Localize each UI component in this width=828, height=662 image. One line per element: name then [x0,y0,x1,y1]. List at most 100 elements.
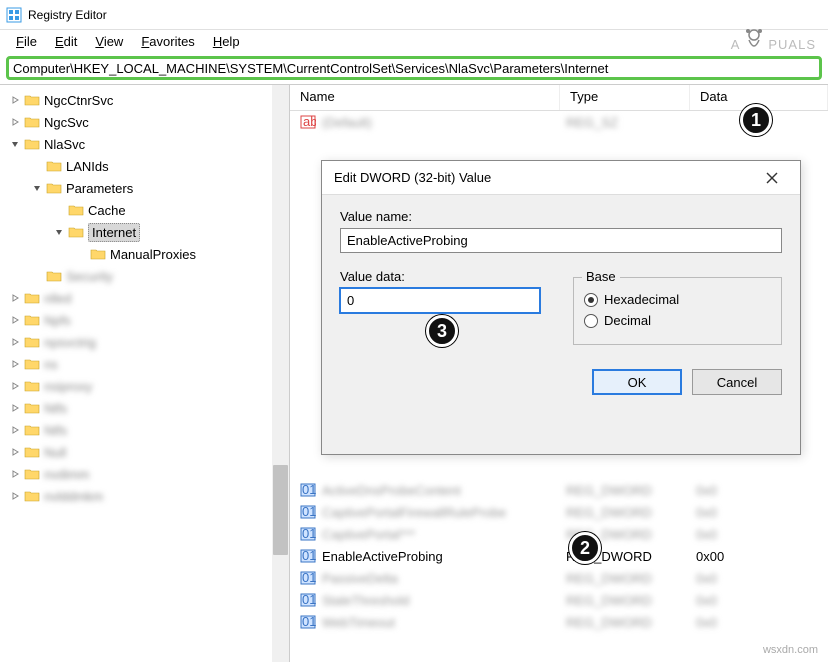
tree-item[interactable]: nvdimm [0,463,289,485]
tree-expander-icon[interactable] [30,181,44,195]
svg-text:011: 011 [302,548,316,563]
cell-name: (Default) [322,115,566,130]
folder-icon [24,401,40,415]
tree-item[interactable]: NlaSvc [0,133,289,155]
radio-hexadecimal[interactable]: Hexadecimal [584,292,771,307]
cell-data: 0x0 [696,571,828,586]
cell-data: 0x0 [696,615,828,630]
tree-expander-icon[interactable] [52,203,66,217]
tree-item[interactable]: Ntfs [0,419,289,441]
list-row[interactable]: 011CaptivePortalFirewallRuleProbeREG_DWO… [290,501,828,523]
folder-icon [90,247,106,261]
dialog-close-button[interactable] [756,168,788,188]
cell-type: REG_DWORD [566,571,696,586]
value-data-label: Value data: [340,269,549,284]
tree-item[interactable]: Parameters [0,177,289,199]
tree-item[interactable]: NgcCtnrSvc [0,89,289,111]
tree-expander-icon[interactable] [8,115,22,129]
tree-expander-icon[interactable] [8,467,22,481]
tree-item[interactable]: ns [0,353,289,375]
tree-item[interactable]: nsiproxy [0,375,289,397]
svg-text:011: 011 [302,614,316,629]
tree-expander-icon[interactable] [8,291,22,305]
tree-scroll-thumb[interactable] [273,465,288,555]
menu-edit[interactable]: EditEdit [47,32,85,51]
folder-icon [46,269,62,283]
menu-help[interactable]: HelpHelp [205,32,248,51]
tree-expander-icon[interactable] [30,269,44,283]
folder-icon [24,423,40,437]
tree-expander-icon[interactable] [8,423,22,437]
tree-scrollbar[interactable] [272,85,289,662]
tree-label: Security [66,269,113,284]
tree-item[interactable]: ManualProxies [0,243,289,265]
tree-expander-icon[interactable] [52,225,66,239]
tree-pane: NgcCtnrSvc NgcSvc NlaSvcLANIdsParametersCa… [0,85,290,662]
tree-expander-icon[interactable] [8,401,22,415]
list-row[interactable]: 011WebTimeoutREG_DWORD0x0 [290,611,828,633]
tree-label: NgcSvc [44,115,89,130]
tree-expander-icon[interactable] [8,137,22,151]
tree-item[interactable]: nlled [0,287,289,309]
list-row[interactable]: 011EnableActiveProbingREG_DWORD0x00 [290,545,828,567]
list-row[interactable]: 011ActiveDnsProbeContentREG_DWORD0x0 [290,479,828,501]
tree-expander-icon[interactable] [8,357,22,371]
tree-expander-icon[interactable] [30,159,44,173]
value-dword-icon: 011 [300,592,316,608]
svg-text:011: 011 [302,592,316,607]
tree-expander-icon[interactable] [8,313,22,327]
folder-icon [24,115,40,129]
address-bar[interactable]: Computer\HKEY_LOCAL_MACHINE\SYSTEM\Curre… [6,56,822,80]
dialog-titlebar[interactable]: Edit DWORD (32-bit) Value [322,161,800,195]
value-data-input[interactable] [340,288,540,313]
tree-item[interactable]: nvlddmkm [0,485,289,507]
svg-text:011: 011 [302,482,316,497]
folder-icon [68,225,84,239]
tree-label: Internet [88,223,140,242]
dialog-body: Value name: Value data: Base Hexadecimal… [322,195,800,359]
tree-item[interactable]: Null [0,441,289,463]
value-name-input[interactable] [340,228,782,253]
cell-data: 0x0 [696,505,828,520]
folder-icon [24,445,40,459]
tree-expander-icon[interactable] [8,489,22,503]
list-row[interactable]: 011StaleThresholdREG_DWORD0x0 [290,589,828,611]
col-type[interactable]: Type [560,85,690,110]
value-dword-icon: 011 [300,482,316,498]
radio-dot-icon [584,314,598,328]
tree-expander-icon[interactable] [74,247,88,261]
cancel-button[interactable]: Cancel [692,369,782,395]
menu-favorites[interactable]: FavoritesFavorites [133,32,202,51]
tree-label: nvdimm [44,467,90,482]
cell-name: ActiveDnsProbeContent [322,483,566,498]
tree-item[interactable]: Ntfs [0,397,289,419]
tree-label: nlled [44,291,71,306]
cell-name: EnableActiveProbing [322,549,566,564]
tree-expander-icon[interactable] [8,335,22,349]
radio-decimal[interactable]: Decimal [584,313,771,328]
tree-item[interactable]: LANIds [0,155,289,177]
tree-item[interactable]: Npfs [0,309,289,331]
tree-item[interactable]: Cache [0,199,289,221]
tree-item[interactable]: Security [0,265,289,287]
cell-data: 0x0 [696,527,828,542]
list-row[interactable]: 011PassiveDeltaREG_DWORD0x0 [290,567,828,589]
ok-button[interactable]: OK [592,369,682,395]
col-name[interactable]: Name [290,85,560,110]
list-row[interactable]: 011CaptivePortal***REG_DWORD0x0 [290,523,828,545]
tree-expander-icon[interactable] [8,93,22,107]
menu-file[interactable]: FFileile [8,32,45,51]
callout-2: 2 [569,532,601,564]
tree-expander-icon[interactable] [8,445,22,459]
tree-label: ns [44,357,58,372]
address-text: Computer\HKEY_LOCAL_MACHINE\SYSTEM\Curre… [13,61,608,76]
tree-item[interactable]: npsvctrig [0,331,289,353]
folder-icon [46,159,62,173]
tree-item[interactable]: NgcSvc [0,111,289,133]
folder-icon [24,379,40,393]
tree-expander-icon[interactable] [8,379,22,393]
dialog-buttons: OK Cancel [322,359,800,409]
menu-view[interactable]: ViewView [87,32,131,51]
tree-item[interactable]: Internet [0,221,289,243]
tree-label: Ntfs [44,423,67,438]
